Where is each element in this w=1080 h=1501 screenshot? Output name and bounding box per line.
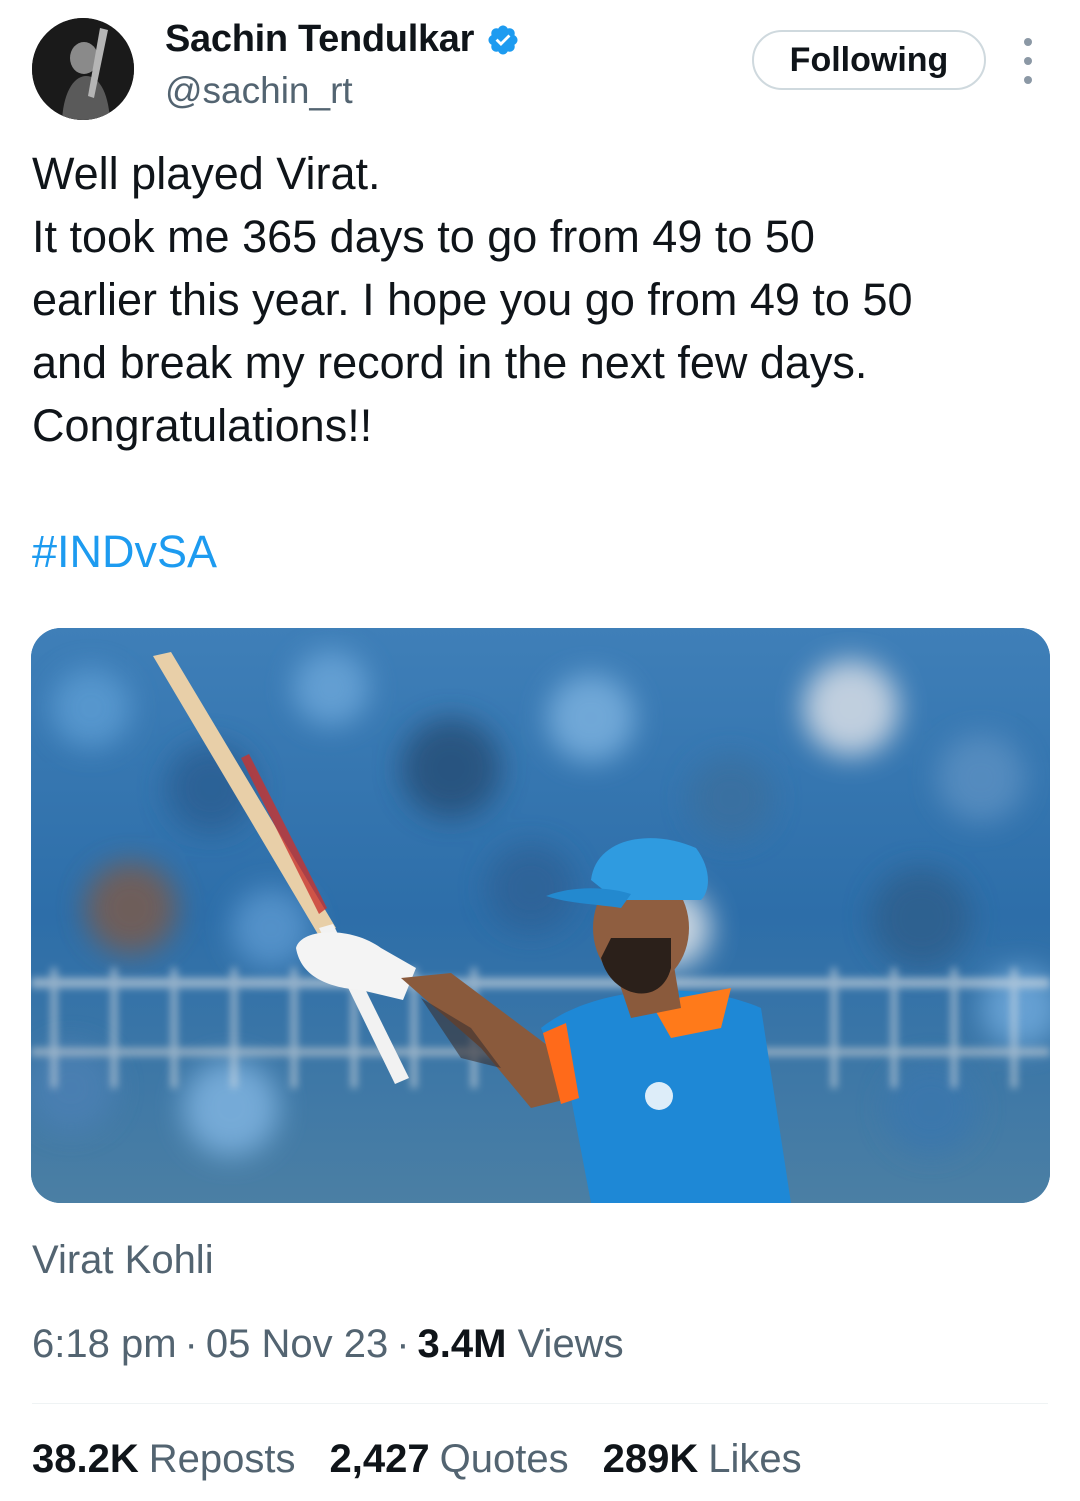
author-display-name[interactable]: Sachin Tendulkar [165,18,474,61]
tweet-line: Congratulations!! [32,400,373,451]
tweet-line: It took me 365 days to go from 49 to 50 [32,211,815,262]
separator: · [184,1322,198,1366]
reposts-label: Reposts [148,1437,296,1481]
tweet-meta: 6:18 pm · 05 Nov 23 · 3.4M Views [32,1322,624,1367]
divider [32,1403,1048,1404]
more-vertical-icon[interactable] [1012,38,1044,84]
more-dot [1024,57,1032,65]
tweet-line: Well played Virat. [32,148,381,199]
following-button[interactable]: Following [752,30,986,90]
author-name-row: Sachin Tendulkar [165,18,520,61]
tagged-person[interactable]: Virat Kohli [32,1238,214,1283]
reposts-stat[interactable]: 38.2K Reposts [32,1437,296,1482]
tweet-line: and break my record in the next few days… [32,337,868,388]
more-dot [1024,76,1032,84]
engagement-stats: 38.2K Reposts 2,427 Quotes 289K Likes [32,1437,836,1482]
likes-stat[interactable]: 289K Likes [603,1437,802,1482]
quotes-stat[interactable]: 2,427 Quotes [330,1437,569,1482]
quotes-label: Quotes [439,1437,569,1481]
hashtag-link[interactable]: #INDvSA [32,520,217,583]
tweet-photo[interactable] [31,628,1050,1203]
tweet-date[interactable]: 05 Nov 23 [206,1322,388,1366]
avatar-image [32,18,134,120]
verified-badge-icon [488,24,518,55]
views-count[interactable]: 3.4M [418,1322,507,1366]
author-avatar[interactable] [32,18,134,120]
tweet-line: earlier this year. I hope you go from 49… [32,274,913,325]
quotes-count: 2,427 [329,1437,430,1481]
reposts-count: 38.2K [32,1437,139,1481]
cricket-celebration-photo [31,628,1050,1203]
more-dot [1024,38,1032,46]
separator: · [396,1322,410,1366]
likes-count: 289K [602,1437,699,1481]
tweet-time[interactable]: 6:18 pm [32,1322,177,1366]
views-label: Views [517,1322,624,1366]
tweet-text: Well played Virat. It took me 365 days t… [32,142,1042,457]
author-handle[interactable]: @sachin_rt [165,70,353,112]
likes-label: Likes [708,1437,802,1481]
